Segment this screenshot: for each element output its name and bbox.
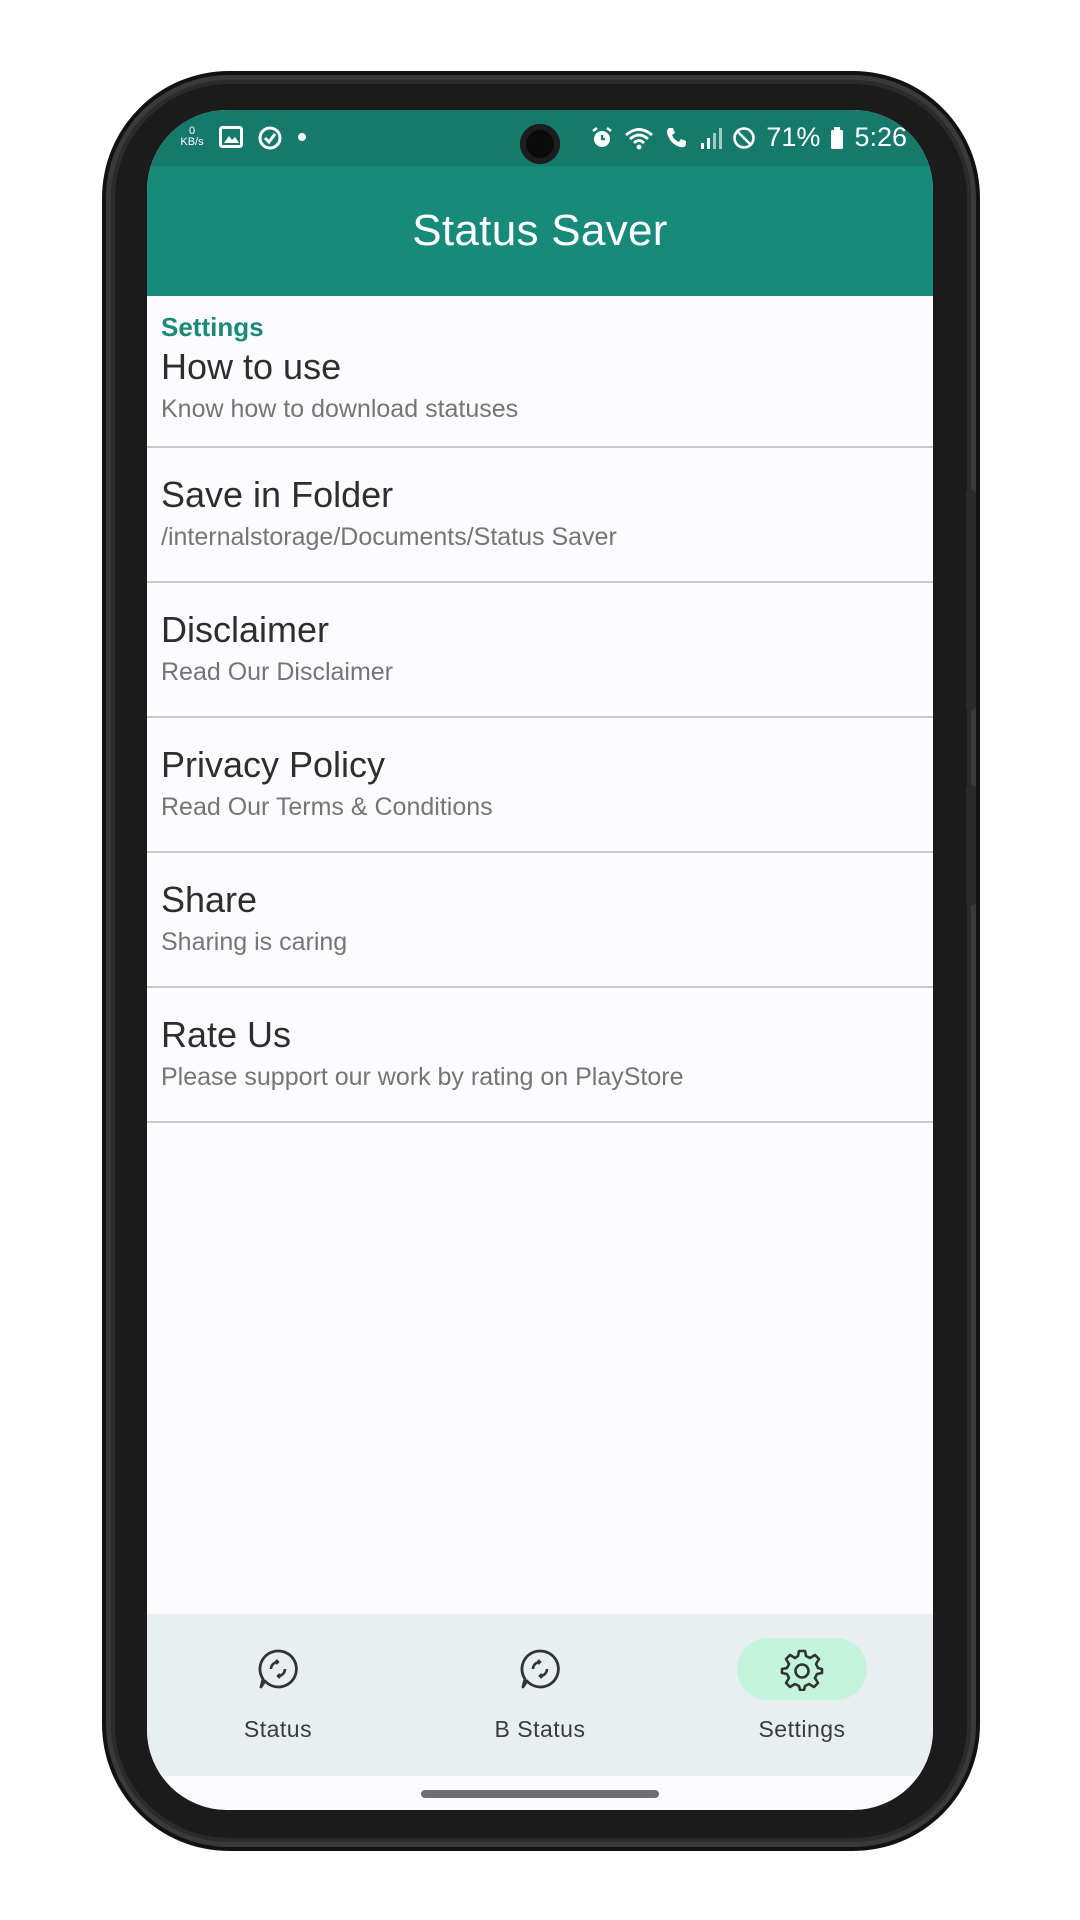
- setting-item-privacy-policy[interactable]: Privacy Policy Read Our Terms & Conditio…: [147, 718, 933, 853]
- clock: 5:26: [854, 122, 907, 152]
- section-label-settings: Settings: [161, 312, 264, 342]
- network-speed: 0 KB/s: [179, 126, 205, 148]
- alarm-icon: [592, 126, 613, 147]
- nav-pill: [475, 1638, 605, 1700]
- network-speed-unit: KB/s: [180, 136, 204, 148]
- do-not-disturb-icon: [733, 126, 756, 149]
- phone-power-button: [966, 785, 976, 905]
- setting-item-subtitle: Read Our Disclaimer: [161, 658, 394, 686]
- call-icon: [667, 127, 687, 147]
- nav-item-settings[interactable]: Settings: [671, 1614, 933, 1776]
- status-bar-right: 71% 5:26: [590, 122, 907, 153]
- phone-screen: 0 KB/s 71% 5:26 Status Saver Settings Ho…: [147, 110, 933, 1810]
- battery-icon: [831, 126, 844, 149]
- status-bar-left: 0 KB/s: [179, 124, 307, 150]
- setting-item-how-to-use[interactable]: How to use Know how to download statuses: [147, 344, 933, 448]
- setting-item-subtitle: Read Our Terms & Conditions: [161, 793, 493, 821]
- image-icon: [219, 126, 243, 148]
- check-circle-icon: [258, 126, 282, 150]
- gear-icon: [780, 1649, 824, 1691]
- setting-item-subtitle: Please support our work by rating on Pla…: [161, 1063, 684, 1091]
- setting-item-subtitle: Know how to download statuses: [161, 395, 519, 423]
- battery-percent: 71%: [766, 122, 821, 152]
- nav-label: Settings: [758, 1716, 846, 1742]
- app-bar: Status Saver: [147, 166, 933, 296]
- setting-item-save-in-folder[interactable]: Save in Folder /internalstorage/Document…: [147, 448, 933, 583]
- wifi-icon: [625, 127, 654, 149]
- front-camera: [520, 124, 560, 164]
- status-bar: 0 KB/s 71% 5:26: [147, 110, 933, 166]
- home-indicator[interactable]: [421, 1790, 659, 1798]
- bottom-navigation: Status B Status Settings: [147, 1614, 933, 1776]
- dot-icon: [298, 133, 306, 141]
- settings-list: Settings How to use Know how to download…: [147, 296, 933, 1123]
- setting-item-subtitle: /internalstorage/Documents/Status Saver: [161, 523, 617, 551]
- setting-item-subtitle: Sharing is caring: [161, 928, 348, 956]
- setting-item-disclaimer[interactable]: Disclaimer Read Our Disclaimer: [147, 583, 933, 718]
- setting-item-rate-us[interactable]: Rate Us Please support our work by ratin…: [147, 988, 933, 1123]
- whatsapp-status-icon: [520, 1649, 560, 1689]
- setting-item-share[interactable]: Share Sharing is caring: [147, 853, 933, 988]
- app-title: Status Saver: [412, 206, 668, 255]
- setting-item-title: Save in Folder: [161, 474, 394, 515]
- nav-item-status[interactable]: Status: [147, 1614, 409, 1776]
- phone-volume-button: [966, 490, 976, 710]
- setting-item-title: Privacy Policy: [161, 744, 386, 785]
- setting-item-title: Disclaimer: [161, 609, 330, 650]
- whatsapp-status-icon: [258, 1649, 298, 1689]
- nav-label: B Status: [494, 1716, 586, 1742]
- nav-item-b-status[interactable]: B Status: [409, 1614, 671, 1776]
- setting-item-title: How to use: [161, 346, 342, 387]
- setting-item-title: Share: [161, 879, 258, 920]
- nav-pill-active: [737, 1638, 867, 1700]
- nav-pill: [213, 1638, 343, 1700]
- signal-icon: [701, 127, 723, 149]
- nav-label: Status: [243, 1716, 313, 1742]
- setting-item-title: Rate Us: [161, 1014, 292, 1055]
